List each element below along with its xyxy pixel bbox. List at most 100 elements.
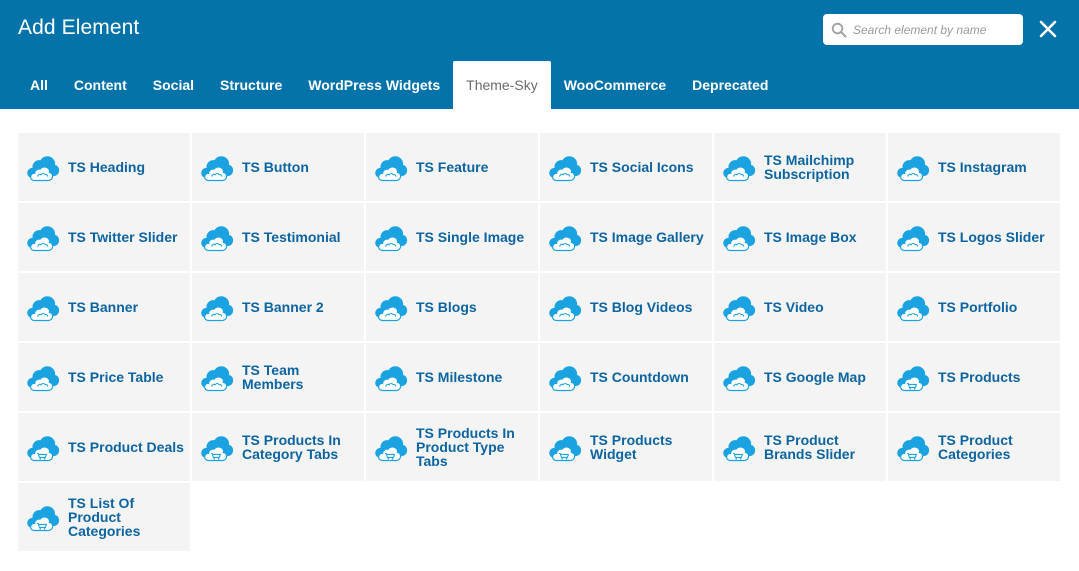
cloud-icon <box>200 222 234 252</box>
element-ts-testimonial[interactable]: TS Testimonial <box>192 203 364 271</box>
cloud-cart-icon <box>896 432 930 462</box>
cloud-cart-icon <box>722 432 756 462</box>
element-label: TS Product Brands Slider <box>764 432 856 462</box>
tab-all[interactable]: All <box>18 61 61 109</box>
element-label: TS Portfolio <box>938 299 1018 315</box>
element-ts-social-icons[interactable]: TS Social Icons <box>540 133 712 201</box>
element-label: TS Image Box <box>764 229 857 245</box>
element-ts-banner-2[interactable]: TS Banner 2 <box>192 273 364 341</box>
element-label: TS Countdown <box>590 369 689 385</box>
cloud-icon <box>548 222 582 252</box>
cloud-icon <box>374 362 408 392</box>
dialog-title: Add Element <box>18 16 140 39</box>
element-ts-products[interactable]: TS Products <box>888 343 1060 411</box>
search-input[interactable] <box>853 17 1019 42</box>
element-ts-image-gallery[interactable]: TS Image Gallery <box>540 203 712 271</box>
cloud-icon <box>26 152 60 182</box>
dialog-header: Add Element AllContentSocialStructureWor… <box>0 0 1079 109</box>
element-ts-products-in-product-type-tabs[interactable]: TS Products In Product Type Tabs <box>366 413 538 481</box>
element-ts-heading[interactable]: TS Heading <box>18 133 190 201</box>
element-ts-product-categories[interactable]: TS Product Categories <box>888 413 1060 481</box>
cloud-icon <box>548 292 582 322</box>
element-ts-portfolio[interactable]: TS Portfolio <box>888 273 1060 341</box>
element-ts-milestone[interactable]: TS Milestone <box>366 343 538 411</box>
element-label: TS Price Table <box>68 369 164 385</box>
element-ts-team-members[interactable]: TS Team Members <box>192 343 364 411</box>
element-ts-countdown[interactable]: TS Countdown <box>540 343 712 411</box>
element-ts-product-deals[interactable]: TS Product Deals <box>18 413 190 481</box>
cloud-icon <box>26 222 60 252</box>
element-label: TS Social Icons <box>590 159 694 175</box>
tab-wordpress-widgets[interactable]: WordPress Widgets <box>295 61 453 109</box>
element-ts-twitter-slider[interactable]: TS Twitter Slider <box>18 203 190 271</box>
element-ts-products-in-category-tabs[interactable]: TS Products In Category Tabs <box>192 413 364 481</box>
element-ts-single-image[interactable]: TS Single Image <box>366 203 538 271</box>
element-label: TS Mailchimp Subscription <box>764 152 855 182</box>
element-label: TS Logos Slider <box>938 229 1045 245</box>
cloud-cart-icon <box>896 362 930 392</box>
element-ts-feature[interactable]: TS Feature <box>366 133 538 201</box>
search-icon <box>831 22 847 38</box>
element-label: TS Milestone <box>416 369 503 385</box>
cloud-icon <box>548 152 582 182</box>
search-box[interactable] <box>823 14 1023 45</box>
element-label: TS Image Gallery <box>590 229 704 245</box>
cloud-icon <box>896 152 930 182</box>
element-ts-price-table[interactable]: TS Price Table <box>18 343 190 411</box>
cloud-cart-icon <box>26 502 60 532</box>
element-label: TS Heading <box>68 159 146 175</box>
element-label: TS Team Members <box>242 362 304 392</box>
element-label: TS Button <box>242 159 309 175</box>
element-label: TS Products In Category Tabs <box>242 432 341 462</box>
cloud-icon <box>26 362 60 392</box>
element-label: TS Single Image <box>416 229 525 245</box>
element-label: TS Feature <box>416 159 489 175</box>
element-label: TS Instagram <box>938 159 1027 175</box>
tab-deprecated[interactable]: Deprecated <box>679 61 781 109</box>
cloud-icon <box>200 152 234 182</box>
tab-woocommerce[interactable]: WooCommerce <box>551 61 679 109</box>
element-ts-list-of-product-categories[interactable]: TS List Of Product Categories <box>18 483 190 551</box>
element-label: TS List Of Product Categories <box>68 495 141 539</box>
cloud-icon <box>26 292 60 322</box>
element-ts-logos-slider[interactable]: TS Logos Slider <box>888 203 1060 271</box>
cloud-cart-icon <box>374 432 408 462</box>
element-ts-google-map[interactable]: TS Google Map <box>714 343 886 411</box>
element-ts-blogs[interactable]: TS Blogs <box>366 273 538 341</box>
element-label: TS Products Widget <box>590 432 673 462</box>
element-ts-banner[interactable]: TS Banner <box>18 273 190 341</box>
element-ts-button[interactable]: TS Button <box>192 133 364 201</box>
element-label: TS Product Categories <box>938 432 1013 462</box>
cloud-icon <box>374 152 408 182</box>
tab-theme-sky[interactable]: Theme-Sky <box>453 61 551 109</box>
element-ts-products-widget[interactable]: TS Products Widget <box>540 413 712 481</box>
element-ts-video[interactable]: TS Video <box>714 273 886 341</box>
element-label: TS Video <box>764 299 824 315</box>
cloud-icon <box>200 292 234 322</box>
element-ts-image-box[interactable]: TS Image Box <box>714 203 886 271</box>
element-label: TS Blogs <box>416 299 477 315</box>
cloud-icon <box>896 292 930 322</box>
element-label: TS Blog Videos <box>590 299 693 315</box>
cloud-cart-icon <box>26 432 60 462</box>
element-ts-product-brands-slider[interactable]: TS Product Brands Slider <box>714 413 886 481</box>
element-grid: TS Heading TS Button TS Feature TS Socia… <box>18 133 1060 551</box>
element-ts-mailchimp-subscription[interactable]: TS Mailchimp Subscription <box>714 133 886 201</box>
element-ts-instagram[interactable]: TS Instagram <box>888 133 1060 201</box>
element-label: TS Products <box>938 369 1021 385</box>
cloud-icon <box>722 292 756 322</box>
element-label: TS Banner 2 <box>242 299 324 315</box>
tab-content[interactable]: Content <box>61 61 140 109</box>
cloud-cart-icon <box>548 432 582 462</box>
category-tabs: All Content Social Structure WordPress Widge… <box>18 61 781 109</box>
close-icon[interactable] <box>1036 17 1060 41</box>
element-label: TS Banner <box>68 299 139 315</box>
element-ts-blog-videos[interactable]: TS Blog Videos <box>540 273 712 341</box>
element-label: TS Testimonial <box>242 229 341 245</box>
element-label: TS Twitter Slider <box>68 229 178 245</box>
tab-social[interactable]: Social <box>140 61 207 109</box>
cloud-cart-icon <box>200 432 234 462</box>
element-label: TS Product Deals <box>68 439 184 455</box>
cloud-icon <box>374 292 408 322</box>
tab-structure[interactable]: Structure <box>207 61 295 109</box>
